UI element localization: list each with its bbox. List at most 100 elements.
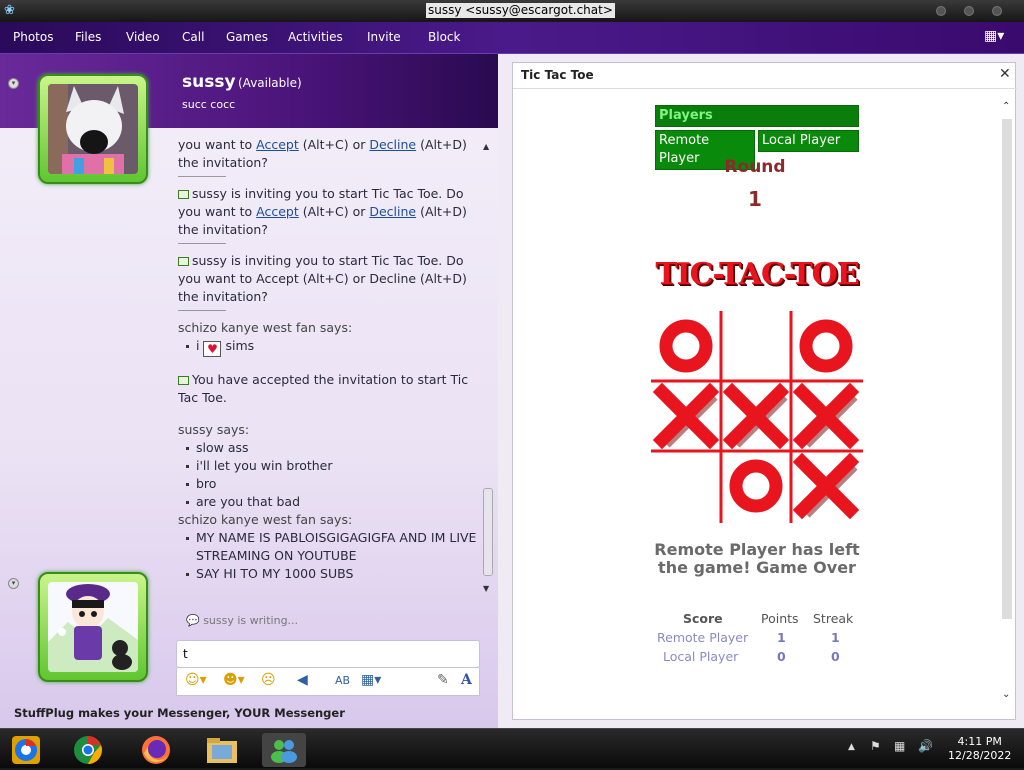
score-row-streak: 1 [831, 630, 840, 645]
menu-invite[interactable]: Invite [367, 30, 401, 44]
firefox-icon[interactable] [138, 733, 174, 767]
game-over-message: Remote Player has left the game! Game Ov… [654, 540, 860, 577]
action-center-flag-icon[interactable]: ⚑ [870, 739, 881, 753]
wink-icon[interactable]: ☻▾ [223, 672, 245, 688]
messenger-taskbar-icon[interactable] [262, 733, 306, 767]
game-panel: Tic Tac Toe ✕ ⌃ ⌄ Players Remote Player … [512, 62, 1017, 720]
menu-photos[interactable]: Photos [13, 30, 53, 44]
contact-status: (Available) [238, 76, 302, 90]
accept-link[interactable]: Accept [256, 204, 299, 219]
menu-games[interactable]: Games [226, 30, 268, 44]
history-text: the invitation? [178, 222, 268, 237]
collapse-own-pic-button[interactable]: ▾ [8, 578, 19, 589]
menu-block[interactable]: Block [428, 30, 460, 44]
messenger-icon: ❀ [4, 3, 15, 18]
own-avatar[interactable] [38, 572, 148, 682]
envelope-icon [178, 190, 189, 199]
show-hidden-icons[interactable]: ▲ [848, 742, 855, 752]
round-value: 1 [748, 187, 762, 211]
game-board[interactable] [651, 311, 863, 523]
menu-video[interactable]: Video [126, 30, 160, 44]
board-cell-7[interactable] [723, 453, 789, 519]
board-cell-8[interactable] [792, 452, 860, 520]
scroll-up-icon[interactable]: ⌃ [1002, 101, 1010, 112]
collapse-contact-pic-button[interactable]: ▾ [8, 78, 19, 89]
close-game-icon[interactable]: ✕ [999, 66, 1011, 82]
points-header: Points [761, 611, 799, 626]
maximize-button[interactable] [964, 6, 974, 16]
system-clock[interactable]: 4:11 PM 12/28/2022 [948, 735, 1011, 763]
score-row-points: 1 [777, 630, 786, 645]
message-line: i'll let you win brother [184, 457, 478, 475]
history-scrollbar[interactable]: ▲ ▼ [481, 138, 495, 608]
score-row-streak: 0 [831, 649, 840, 664]
shortcut-text: (Alt+C) or [298, 204, 370, 219]
scroll-thumb[interactable] [483, 488, 493, 576]
scroll-up-icon[interactable]: ▲ [483, 142, 489, 151]
envelope-icon [178, 376, 189, 385]
clock-time: 4:11 PM [957, 735, 1002, 748]
emoticon-icon[interactable]: ☺▾ [185, 672, 207, 688]
scroll-down-icon[interactable]: ⌄ [1002, 689, 1010, 700]
font-icon[interactable]: AB [335, 674, 350, 687]
shortcut-text: (Alt+C) or [298, 138, 370, 152]
volume-icon[interactable]: 🔊 [918, 739, 933, 753]
window-title: sussy <sussy@escargot.chat> [426, 3, 615, 18]
taskbar: ▲ ⚑ ▦ 🔊 4:11 PM 12/28/2022 [0, 728, 1024, 768]
message-line: slow ass [184, 439, 478, 457]
close-button[interactable] [992, 6, 1002, 16]
decline-link[interactable]: Decline [369, 138, 416, 152]
board-cell-4[interactable] [722, 382, 790, 450]
file-explorer-icon[interactable] [204, 733, 240, 767]
message-input[interactable]: t [176, 640, 480, 668]
streak-header: Streak [813, 611, 854, 626]
scroll-track[interactable] [1002, 119, 1012, 619]
history-text: the invitation? [178, 155, 268, 170]
contact-avatar[interactable] [38, 74, 148, 184]
background-icon[interactable]: ▦▾ [361, 672, 381, 688]
contact-avatar-image [48, 84, 138, 174]
speaker-label: schizo kanye west fan says: [178, 320, 353, 335]
board-cell-1[interactable] [723, 313, 789, 379]
minimize-button[interactable] [936, 6, 946, 16]
board-cell-3[interactable] [652, 382, 720, 450]
contact-name: sussy [182, 72, 236, 92]
speaker-label: sussy says: [178, 422, 250, 437]
handwriting-icon[interactable]: ✎ [437, 672, 449, 688]
board-cell-2[interactable] [793, 313, 859, 379]
menu-files[interactable]: Files [75, 30, 101, 44]
local-player-label: Local Player [758, 130, 859, 152]
chrome-icon[interactable] [70, 733, 106, 767]
show-menu-icon[interactable]: ▦▾ [984, 28, 1004, 44]
history-text: you want to [178, 138, 257, 152]
players-header: Players [655, 105, 859, 127]
accepted-text: You have accepted the invitation to star… [178, 372, 469, 405]
chrome-dev-icon[interactable] [8, 733, 44, 767]
menu-activities[interactable]: Activities [288, 30, 343, 44]
network-icon[interactable]: ▦ [894, 739, 905, 753]
nudge-icon[interactable]: ☹ [261, 672, 276, 688]
message-separator [178, 243, 226, 244]
contact-personal-message: succ cocc [182, 98, 236, 111]
score-header: Score [683, 611, 723, 626]
game-scrollbar[interactable]: ⌃ ⌄ [999, 99, 1015, 709]
input-toolbar: ☺▾ ☻▾ ☹ ◀ AB ▦▾ ✎ A [176, 668, 480, 696]
message-line: i ♥ sims [184, 337, 478, 357]
board-cell-0[interactable] [653, 313, 719, 379]
speaker-label: schizo kanye west fan says: [178, 512, 353, 527]
text-format-icon[interactable]: A [461, 672, 472, 688]
game-title: Tic Tac Toe [521, 68, 594, 82]
round-label: Round [724, 157, 786, 177]
message-line: SAY HI TO MY 1000 SUBS [184, 565, 478, 583]
board-cell-5[interactable] [792, 382, 860, 450]
activity-pane: Tic Tac Toe ✕ ⌃ ⌄ Players Remote Player … [498, 54, 1024, 728]
menu-call[interactable]: Call [182, 30, 204, 44]
scroll-down-icon[interactable]: ▼ [483, 584, 489, 593]
decline-link[interactable]: Decline [369, 204, 416, 219]
tic-tac-toe-logo: TIC-TAC-TOE [655, 257, 859, 292]
typing-indicator: 💬 sussy is writing... [186, 614, 299, 627]
accept-link[interactable]: Accept [256, 138, 299, 152]
voice-clip-icon[interactable]: ◀ [297, 672, 308, 688]
board-cell-6[interactable] [653, 453, 719, 519]
score-row-points: 0 [777, 649, 786, 664]
